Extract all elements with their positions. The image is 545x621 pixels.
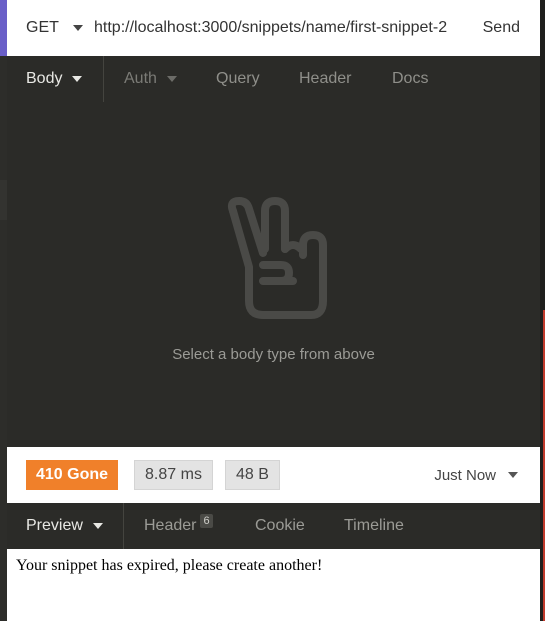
tab-cookie[interactable]: Cookie — [235, 503, 324, 549]
chevron-down-icon — [508, 472, 518, 478]
tab-response-header[interactable]: Header 6 — [124, 503, 235, 549]
method-label: GET — [26, 19, 59, 36]
chevron-down-icon — [72, 76, 83, 82]
sidebar-edge — [0, 0, 7, 621]
sidebar-accent — [0, 0, 7, 56]
tab-body-label: Body — [26, 70, 63, 87]
tab-timeline[interactable]: Timeline — [324, 503, 404, 549]
history-dropdown[interactable]: Just Now — [434, 467, 518, 484]
tab-preview-label: Preview — [26, 517, 83, 534]
right-edge — [540, 0, 545, 621]
chevron-down-icon — [72, 25, 83, 31]
response-preview: Your snippet has expired, please create … — [7, 549, 540, 621]
status-badge: 410 Gone — [26, 460, 119, 490]
tab-query-label: Query — [216, 70, 260, 87]
tab-preview[interactable]: Preview — [7, 503, 124, 549]
app-window: GET Send Body Auth Query Header Docs — [0, 0, 545, 621]
response-time-badge: 8.87 ms — [134, 460, 213, 490]
request-body-panel: Select a body type from above — [7, 102, 540, 447]
tab-docs[interactable]: Docs — [374, 56, 428, 102]
sidebar-marker — [0, 180, 7, 220]
tab-auth[interactable]: Auth — [104, 56, 200, 102]
response-tabs: Preview Header 6 Cookie Timeline — [7, 503, 540, 549]
peace-hand-icon — [227, 197, 327, 319]
send-button[interactable]: Send — [483, 19, 520, 37]
header-count-badge: 6 — [200, 514, 213, 528]
tab-cookie-label: Cookie — [255, 517, 305, 534]
body-type-hint: Select a body type from above — [172, 346, 375, 363]
url-input[interactable] — [94, 19, 474, 37]
chevron-down-icon — [166, 76, 177, 82]
tab-header[interactable]: Header — [282, 56, 374, 102]
url-bar: GET Send — [7, 0, 540, 56]
response-status-bar: 410 Gone 8.87 ms 48 B Just Now — [7, 447, 540, 503]
tab-header-label: Header — [299, 70, 352, 87]
tab-auth-label: Auth — [124, 70, 157, 87]
tab-docs-label: Docs — [392, 70, 429, 87]
tab-timeline-label: Timeline — [344, 517, 404, 534]
tab-body[interactable]: Body — [7, 56, 104, 102]
tab-query[interactable]: Query — [200, 56, 282, 102]
history-label: Just Now — [434, 466, 496, 484]
method-dropdown[interactable]: GET — [7, 19, 87, 37]
response-size-badge: 48 B — [224, 460, 280, 490]
preview-text: Your snippet has expired, please create … — [16, 557, 323, 574]
tab-response-header-label: Header — [144, 517, 197, 534]
chevron-down-icon — [92, 523, 103, 529]
request-tabs: Body Auth Query Header Docs — [7, 56, 540, 102]
